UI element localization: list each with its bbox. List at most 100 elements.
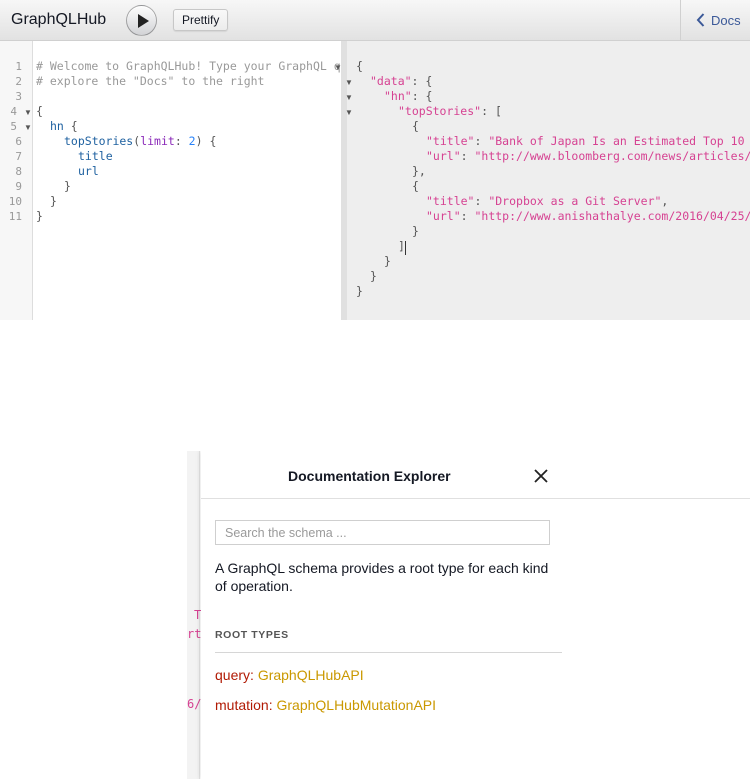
line-number: 3: [15, 90, 22, 103]
json-string: "http://www.bloomberg.com/news/articles/: [474, 149, 750, 163]
result-viewer: ▼ ▼ ▼ { "data": { "hn": { "topStories": …: [345, 41, 750, 320]
root-field-name: mutation: [215, 697, 269, 713]
punct-token: ,: [661, 194, 669, 208]
doc-explorer-header: Documentation Explorer: [201, 451, 750, 499]
editor-area: 1 2 3 4 5 6 7 8 9 10 11 ▼ ▼ # Welcome to…: [0, 41, 750, 320]
punct-token: : [: [481, 104, 502, 118]
fold-arrow-icon[interactable]: ▼: [24, 123, 32, 132]
number-token: 2: [188, 134, 196, 148]
docs-toggle-button[interactable]: Docs: [680, 0, 750, 40]
json-key: "title": [426, 134, 475, 148]
code-line: topStories(limit: 2) {: [64, 134, 216, 148]
fold-arrow-icon[interactable]: ▼: [345, 93, 353, 102]
punct-token: :: [474, 134, 489, 148]
execute-query-button[interactable]: [126, 5, 157, 36]
json-line: ]: [398, 239, 405, 253]
code-line: }: [36, 209, 43, 223]
json-line: }: [384, 254, 391, 268]
json-line: {: [356, 59, 363, 73]
text-cursor: [405, 241, 406, 255]
punct-token: :: [460, 209, 475, 223]
play-icon: [138, 14, 149, 28]
schema-description: A GraphQL schema provides a root type fo…: [215, 560, 549, 594]
line-number: 2: [15, 75, 22, 88]
json-key: "url": [426, 209, 461, 223]
root-types-header: ROOT TYPES: [215, 629, 562, 653]
app-title: GraphQLHub: [11, 11, 107, 28]
result-viewer-edge: T rt 6/: [187, 451, 202, 779]
line-number: 4: [10, 105, 17, 118]
line-number: 9: [15, 180, 22, 193]
json-key: "hn": [384, 89, 412, 103]
line-number: 11: [8, 210, 22, 223]
root-type-link[interactable]: GraphQLHubAPI: [258, 667, 364, 683]
json-line: "title": "Dropbox as a Git Server",: [426, 194, 668, 208]
json-key: "title": [426, 194, 475, 208]
field-token: hn: [50, 119, 64, 133]
root-type-link[interactable]: GraphQLHubMutationAPI: [276, 697, 436, 713]
punct-token: : {: [411, 89, 433, 103]
doc-explorer-title: Documentation Explorer: [288, 468, 451, 484]
json-line: "title": "Bank of Japan Is an Estimated …: [426, 134, 745, 148]
line-number: 8: [15, 165, 22, 178]
root-field-name: query: [215, 667, 251, 683]
code-line: # explore the "Docs" to the right: [36, 74, 265, 88]
prettify-button[interactable]: Prettify: [173, 9, 229, 31]
json-line: "url": "http://www.bloomberg.com/news/ar…: [426, 149, 750, 163]
json-key: "url": [426, 149, 461, 163]
chevron-left-icon: [696, 13, 705, 27]
documentation-explorer: Documentation Explorer A GraphQL schema …: [201, 451, 750, 779]
json-line: {: [412, 179, 419, 193]
fold-arrow-icon[interactable]: ▼: [345, 78, 353, 87]
json-line: "url": "http://www.anishathalye.com/2016…: [426, 209, 750, 223]
graphiql-window: GraphQLHub Prettify Docs 1 2 3 4 5 6 7 8…: [0, 0, 750, 320]
line-number: 5: [10, 120, 17, 133]
punct-token: ) {: [195, 134, 217, 148]
json-line: "topStories": [: [398, 104, 502, 118]
root-type-query: query: GraphQLHubAPI: [215, 667, 364, 683]
code-line: {: [36, 104, 43, 118]
code-line: }: [64, 179, 71, 193]
root-field-sep: :: [250, 667, 258, 683]
json-line: }: [356, 284, 363, 298]
line-number: 6: [15, 135, 22, 148]
json-key: "topStories": [398, 104, 482, 118]
fold-arrow-icon[interactable]: ▼: [24, 108, 32, 117]
punct-token: :: [460, 149, 475, 163]
json-string: "Bank of Japan Is an Estimated Top 10: [488, 134, 745, 148]
field-token: topStories: [64, 134, 134, 148]
json-line: "hn": {: [384, 89, 432, 103]
code-line: }: [50, 194, 57, 208]
json-line: "data": {: [370, 74, 432, 88]
json-line: },: [412, 164, 426, 178]
json-line: }: [412, 224, 419, 238]
truncated-text: 6/: [187, 697, 202, 711]
docs-label: Docs: [711, 13, 741, 28]
schema-search-input[interactable]: [215, 520, 550, 545]
json-string: "Dropbox as a Git Server": [488, 194, 662, 208]
json-line: {: [412, 119, 419, 133]
topbar: GraphQLHub Prettify Docs: [0, 0, 750, 41]
line-number: 7: [15, 150, 22, 163]
punct-token: {: [63, 119, 78, 133]
line-number-gutter: 1 2 3 4 5 6 7 8 9 10 11 ▼ ▼: [0, 41, 33, 320]
query-editor[interactable]: 1 2 3 4 5 6 7 8 9 10 11 ▼ ▼ # Welcome to…: [0, 41, 342, 320]
close-icon[interactable]: [533, 468, 549, 484]
line-number: 1: [15, 60, 22, 73]
punct-token: : {: [411, 74, 433, 88]
argument-token: limit: [140, 134, 175, 148]
code-line: title: [78, 149, 113, 163]
truncated-text: rt: [187, 627, 202, 641]
punct-token: :: [174, 134, 189, 148]
line-number: 10: [8, 195, 22, 208]
json-string: "http://www.anishathalye.com/2016/04/25/: [474, 209, 750, 223]
code-line: # Welcome to GraphQLHub! Type your Graph…: [36, 59, 341, 73]
doc-explorer-window: T rt 6/ Documentation Explorer A GraphQL…: [187, 451, 750, 779]
json-line: }: [370, 269, 377, 283]
json-key: "data": [370, 74, 412, 88]
fold-arrow-icon[interactable]: ▼: [345, 108, 353, 117]
punct-token: :: [474, 194, 489, 208]
code-line: hn {: [50, 119, 78, 133]
root-type-mutation: mutation: GraphQLHubMutationAPI: [215, 697, 436, 713]
code-line: url: [78, 164, 99, 178]
